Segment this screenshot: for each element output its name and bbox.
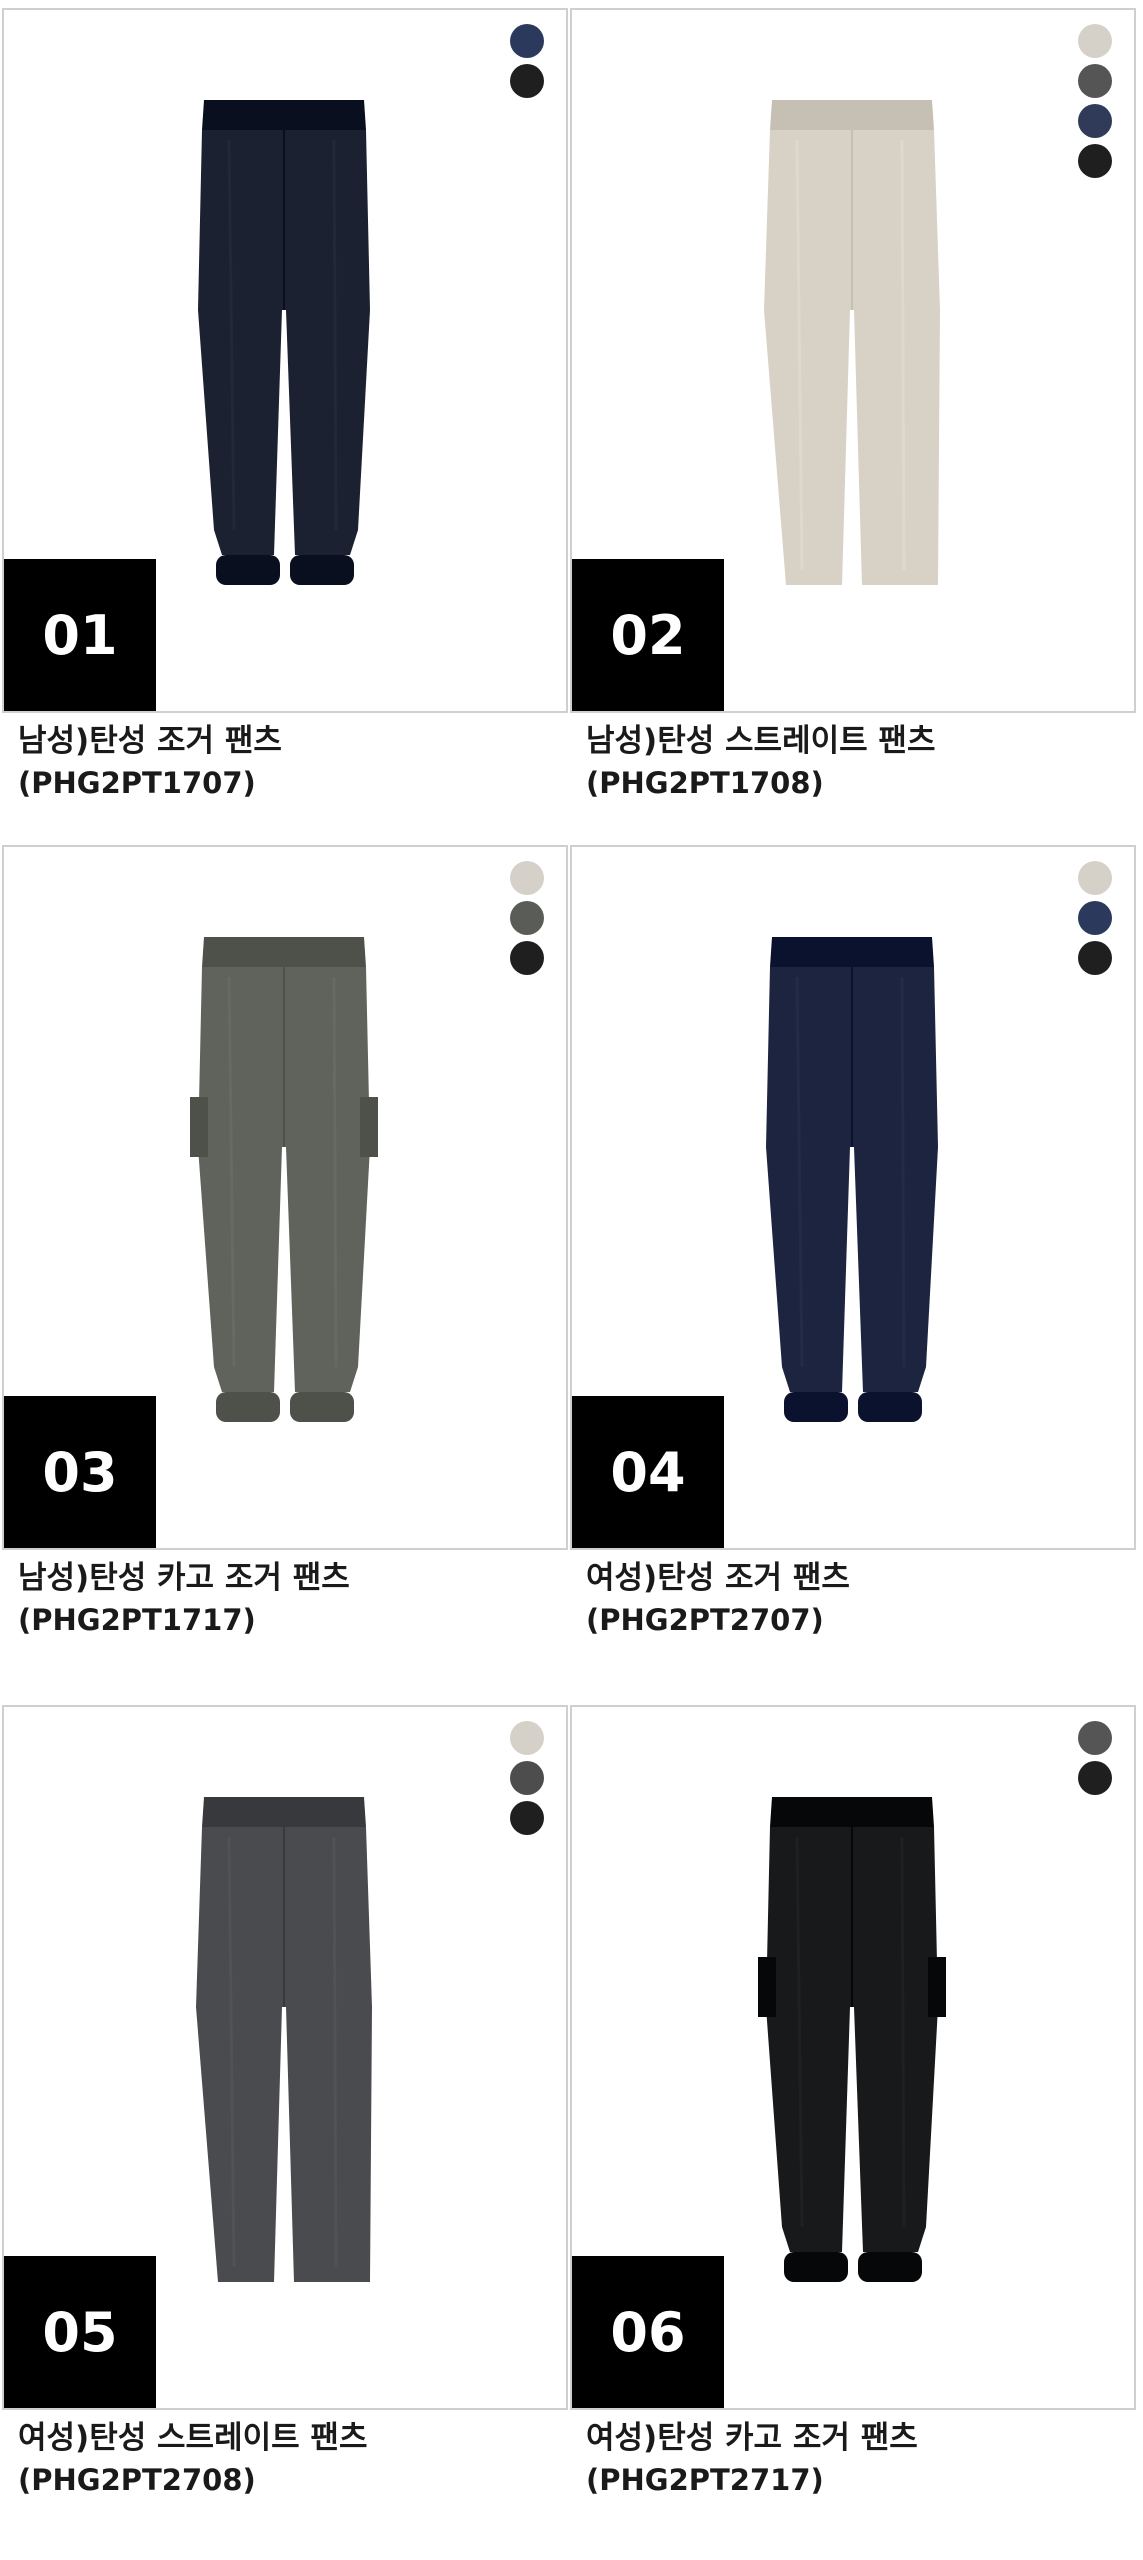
product-number-badge: 04	[572, 1396, 724, 1548]
product-card[interactable]: 04 여성)탄성 조거 팬츠 (PHG2PT2707)	[570, 845, 1136, 1640]
product-photo[interactable]: 04	[570, 845, 1136, 1550]
product-photo[interactable]: 02	[570, 8, 1136, 713]
product-caption: 여성)탄성 카고 조거 팬츠 (PHG2PT2717)	[570, 2416, 1136, 2500]
color-swatch[interactable]	[510, 861, 544, 895]
product-caption: 여성)탄성 스트레이트 팬츠 (PHG2PT2708)	[2, 2416, 568, 2500]
color-swatch[interactable]	[1078, 144, 1112, 178]
color-swatch[interactable]	[1078, 104, 1112, 138]
product-card[interactable]: 01 남성)탄성 조거 팬츠 (PHG2PT1707)	[2, 8, 568, 803]
product-number-badge: 01	[4, 559, 156, 711]
product-photo[interactable]: 03	[2, 845, 568, 1550]
color-swatch[interactable]	[1078, 24, 1112, 58]
product-title[interactable]: 남성)탄성 조거 팬츠	[18, 719, 568, 763]
product-title[interactable]: 남성)탄성 스트레이트 팬츠	[586, 719, 1136, 763]
product-code: (PHG2PT1708)	[586, 766, 824, 800]
color-swatch[interactable]	[1078, 1761, 1112, 1795]
product-code: (PHG2PT2717)	[586, 2463, 824, 2497]
color-swatches	[510, 1721, 544, 1835]
pants-shape	[758, 1797, 946, 2282]
product-number-badge: 03	[4, 1396, 156, 1548]
product-card[interactable]: 02 남성)탄성 스트레이트 팬츠 (PHG2PT1708)	[570, 8, 1136, 803]
product-title[interactable]: 남성)탄성 카고 조거 팬츠	[18, 1556, 568, 1600]
product-code: (PHG2PT1717)	[18, 1603, 256, 1637]
product-title[interactable]: 여성)탄성 조거 팬츠	[586, 1556, 1136, 1600]
color-swatch[interactable]	[510, 1721, 544, 1755]
product-photo[interactable]: 01	[2, 8, 568, 713]
pants-shape	[764, 100, 940, 585]
product-caption: 여성)탄성 조거 팬츠 (PHG2PT2707)	[570, 1556, 1136, 1640]
color-swatches	[1078, 1721, 1112, 1795]
pants-shape	[196, 1797, 372, 2282]
product-code: (PHG2PT1707)	[18, 766, 256, 800]
product-number-badge: 06	[572, 2256, 724, 2408]
color-swatch[interactable]	[510, 64, 544, 98]
product-title[interactable]: 여성)탄성 카고 조거 팬츠	[586, 2416, 1136, 2460]
product-caption: 남성)탄성 카고 조거 팬츠 (PHG2PT1717)	[2, 1556, 568, 1640]
pants-shape	[766, 937, 938, 1422]
color-swatch[interactable]	[1078, 64, 1112, 98]
color-swatch[interactable]	[510, 1801, 544, 1835]
color-swatch[interactable]	[1078, 941, 1112, 975]
product-number-badge: 05	[4, 2256, 156, 2408]
product-title[interactable]: 여성)탄성 스트레이트 팬츠	[18, 2416, 568, 2460]
color-swatches	[1078, 24, 1112, 178]
color-swatch[interactable]	[510, 24, 544, 58]
color-swatches	[1078, 861, 1112, 975]
product-photo[interactable]: 06	[570, 1705, 1136, 2410]
color-swatch[interactable]	[1078, 1721, 1112, 1755]
product-grid: 01 남성)탄성 조거 팬츠 (PHG2PT1707) 02 남성)탄성 스트레…	[0, 0, 1143, 2560]
color-swatch[interactable]	[510, 901, 544, 935]
product-number-badge: 02	[572, 559, 724, 711]
color-swatch[interactable]	[510, 941, 544, 975]
product-card[interactable]: 03 남성)탄성 카고 조거 팬츠 (PHG2PT1717)	[2, 845, 568, 1640]
color-swatch[interactable]	[510, 1761, 544, 1795]
pants-shape	[190, 937, 378, 1422]
color-swatch[interactable]	[1078, 861, 1112, 895]
product-caption: 남성)탄성 스트레이트 팬츠 (PHG2PT1708)	[570, 719, 1136, 803]
product-card[interactable]: 06 여성)탄성 카고 조거 팬츠 (PHG2PT2717)	[570, 1705, 1136, 2500]
product-code: (PHG2PT2707)	[586, 1603, 824, 1637]
product-caption: 남성)탄성 조거 팬츠 (PHG2PT1707)	[2, 719, 568, 803]
product-card[interactable]: 05 여성)탄성 스트레이트 팬츠 (PHG2PT2708)	[2, 1705, 568, 2500]
color-swatches	[510, 24, 544, 98]
product-photo[interactable]: 05	[2, 1705, 568, 2410]
product-code: (PHG2PT2708)	[18, 2463, 256, 2497]
color-swatch[interactable]	[1078, 901, 1112, 935]
color-swatches	[510, 861, 544, 975]
pants-shape	[198, 100, 370, 585]
